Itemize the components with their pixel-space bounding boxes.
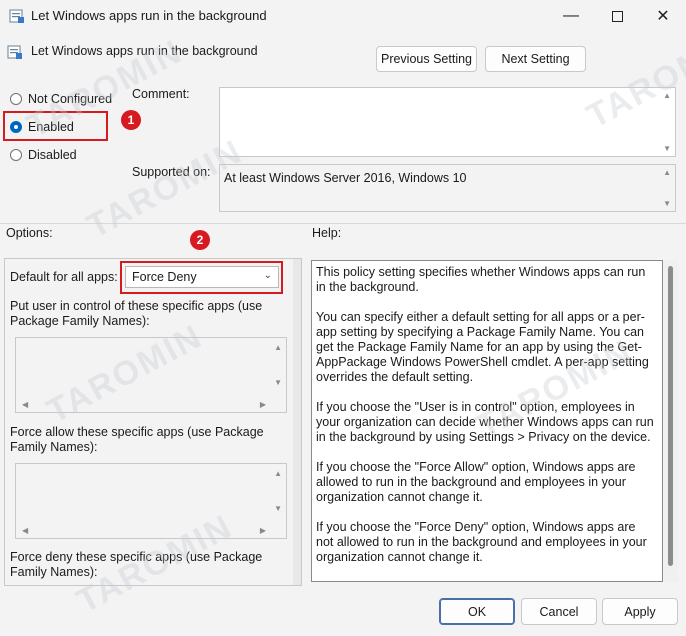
supported-on-box: At least Windows Server 2016, Windows 10… [219, 164, 676, 212]
policy-setting-icon [7, 45, 22, 59]
scroll-down-icon[interactable]: ▼ [663, 199, 671, 208]
window-title: Let Windows apps run in the background [31, 8, 267, 23]
scroll-down-icon[interactable]: ▼ [274, 378, 282, 387]
help-paragraph: If you choose the "Force Allow" option, … [316, 460, 636, 504]
force-allow-textarea[interactable]: ▲ ▼ ◀ ▶ [15, 463, 287, 539]
default-apps-value: Force Deny [132, 270, 197, 284]
close-button[interactable]: ✕ [640, 0, 686, 32]
scroll-up-icon[interactable]: ▲ [274, 343, 282, 352]
chevron-down-icon: ⌄ [263, 270, 272, 281]
radio-disabled-label: Disabled [28, 148, 77, 162]
scroll-down-icon[interactable]: ▼ [274, 504, 282, 513]
scroll-left-icon[interactable]: ◀ [22, 526, 28, 535]
maximize-button[interactable] [594, 0, 640, 32]
cancel-button[interactable]: Cancel [521, 598, 597, 625]
scroll-up-icon[interactable]: ▲ [663, 168, 671, 177]
options-panel: Default for all apps: Force Deny ⌄ Put u… [4, 258, 302, 586]
help-title: Help: [312, 226, 342, 240]
minimize-button[interactable]: — [548, 0, 594, 32]
scroll-right-icon[interactable]: ▶ [260, 400, 266, 409]
policy-icon [9, 9, 24, 23]
annotation-badge-1: 1 [121, 110, 141, 130]
apply-button[interactable]: Apply [602, 598, 678, 625]
default-apps-dropdown[interactable]: Force Deny ⌄ [125, 266, 279, 288]
scroll-down-icon[interactable]: ▼ [663, 144, 671, 153]
help-scrollbar[interactable] [664, 260, 678, 582]
options-scrollbar[interactable] [293, 259, 301, 585]
user-control-label: Put user in control of these specific ap… [10, 299, 263, 328]
previous-setting-button[interactable]: Previous Setting [376, 46, 477, 72]
scroll-left-icon[interactable]: ◀ [22, 400, 28, 409]
maximize-icon [611, 10, 623, 22]
title-bar: Let Windows apps run in the background —… [0, 0, 686, 32]
radio-not-configured-indicator [10, 93, 22, 105]
close-icon: ✕ [656, 8, 670, 25]
help-scrollbar-thumb[interactable] [668, 266, 673, 566]
annotation-badge-2: 2 [190, 230, 210, 250]
supported-on-value: At least Windows Server 2016, Windows 10 [224, 171, 467, 185]
minimize-icon: — [563, 7, 579, 24]
ok-button[interactable]: OK [439, 598, 515, 625]
radio-disabled[interactable]: Disabled [10, 148, 77, 162]
scroll-right-icon[interactable]: ▶ [260, 526, 266, 535]
help-paragraph: This policy setting specifies whether Wi… [316, 265, 646, 294]
radio-disabled-indicator [10, 149, 22, 161]
options-title: Options: [6, 226, 53, 240]
default-apps-label: Default for all apps: [10, 270, 118, 284]
force-allow-label: Force allow these specific apps (use Pac… [10, 425, 264, 454]
next-setting-button[interactable]: Next Setting [485, 46, 586, 72]
help-paragraph: If you choose the "Force Deny" option, W… [316, 520, 647, 564]
scroll-up-icon[interactable]: ▲ [274, 469, 282, 478]
radio-enabled-indicator [10, 121, 22, 133]
